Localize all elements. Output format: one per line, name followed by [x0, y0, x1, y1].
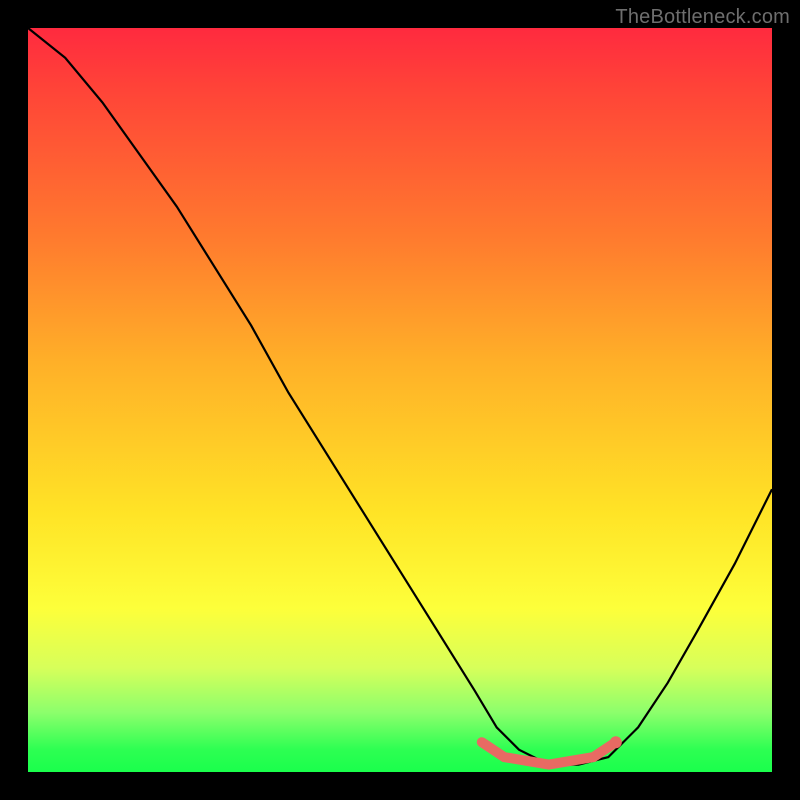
chart-frame: TheBottleneck.com — [0, 0, 800, 800]
highlight-dot — [610, 736, 622, 748]
watermark-text: TheBottleneck.com — [615, 6, 790, 29]
plot-area — [28, 28, 772, 772]
curve-layer — [28, 28, 772, 772]
bottleneck-curve — [28, 28, 772, 765]
highlight-band — [482, 742, 616, 764]
